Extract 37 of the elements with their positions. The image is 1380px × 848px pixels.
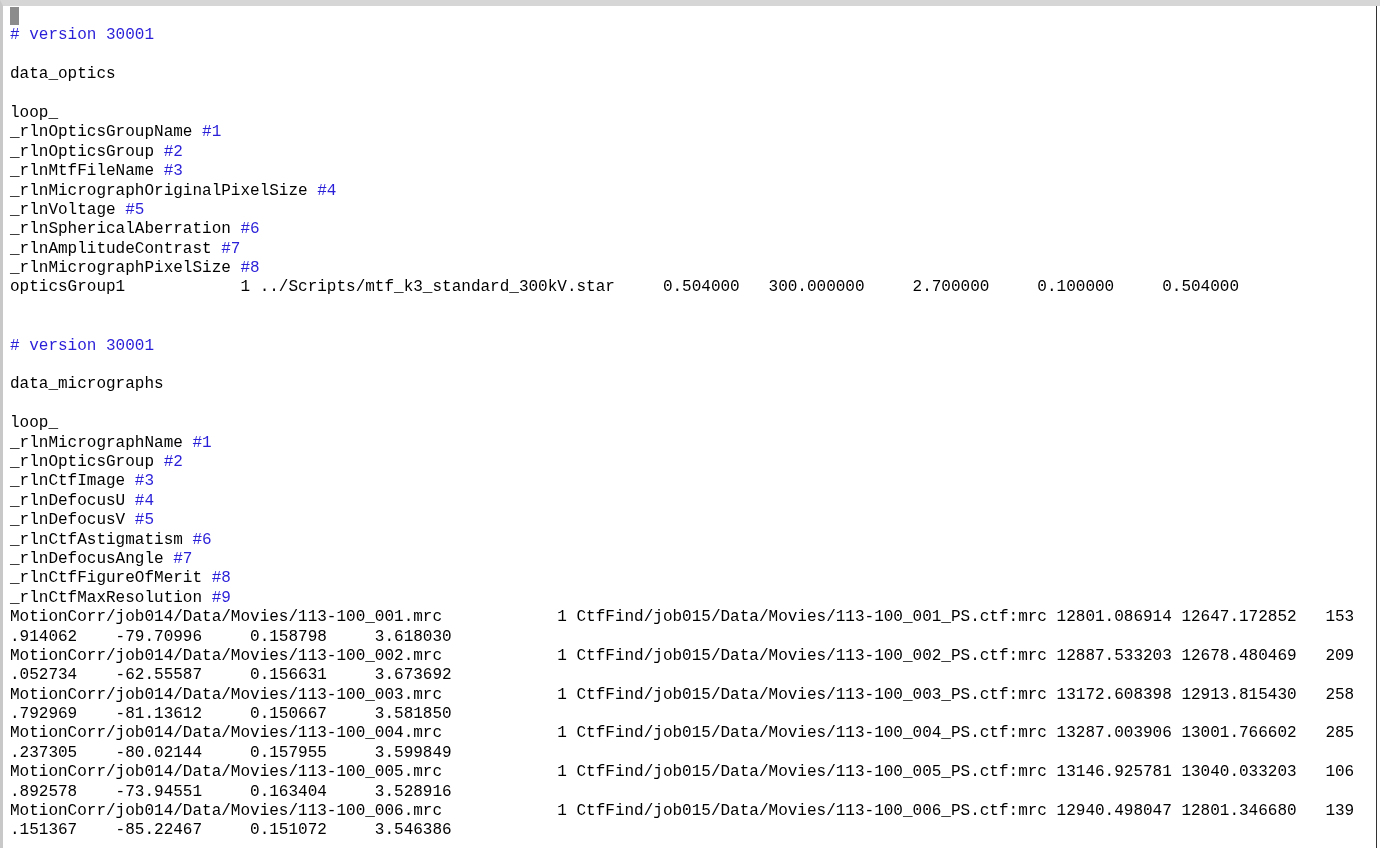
code-line: MotionCorr/job014/Data/Movies/113-100_006.mrc 1 CtfFind/job015/Data/Movies/113-100_006_PS.ctf:mrc 12940.498047 12801.346680 139 — [10, 802, 1355, 820]
code-line: .237305 -80.02144 0.157955 3.599849 — [10, 743, 452, 762]
code-line: MotionCorr/job014/Data/Movies/113-100_001.mrc 1 CtfFind/job015/Data/Movies/113-100_001_PS.ctf:mrc 12801.086914 12647.172852 153 — [10, 608, 1355, 627]
code-line: _rlnCtfFigureOfMerit #8 — [10, 569, 231, 588]
text-cursor — [10, 7, 19, 25]
code-line: _rlnOpticsGroup #2 — [10, 142, 183, 161]
code-line: MotionCorr/job014/Data/Movies/113-100_005.mrc 1 CtfFind/job015/Data/Movies/113-100_005_PS.ctf:mrc 13146.925781 13040.033203 106 — [10, 763, 1355, 782]
code-line: MotionCorr/job014/Data/Movies/113-100_004.mrc 1 CtfFind/job015/Data/Movies/113-100_004_PS.ctf:mrc 13287.003906 13001.766602 285 — [10, 724, 1355, 743]
code-line: _rlnCtfMaxResolution #9 — [10, 588, 231, 607]
code-line: _rlnCtfAstigmatism #6 — [10, 530, 212, 549]
code-line: _rlnMicrographOriginalPixelSize #4 — [10, 181, 337, 200]
code-line: _rlnSphericalAberration #6 — [10, 220, 260, 239]
code-line: _rlnOpticsGroup #2 — [10, 453, 183, 471]
code-line: _rlnMicrographName #1 — [10, 433, 212, 452]
code-line: loop_ — [10, 103, 58, 122]
code-line: MotionCorr/job014/Data/Movies/113-100_002.mrc 1 CtfFind/job015/Data/Movies/113-100_002_PS.ctf:mrc 12887.533203 12678.480469 209 — [10, 646, 1355, 665]
code-line: .792969 -81.13612 0.150667 3.581850 — [10, 705, 452, 724]
code-line: _rlnAmplitudeContrast #7 — [10, 239, 241, 258]
comment-line: # version 30001 — [10, 336, 155, 355]
code-line: _rlnOpticsGroupName #1 — [10, 123, 222, 142]
code-line: _rlnVoltage #5 — [10, 200, 145, 219]
comment-line: # version 30001 — [10, 26, 155, 45]
code-line: _rlnDefocusV #5 — [10, 511, 155, 530]
code-line: .151367 -85.22467 0.151072 3.546386 — [10, 821, 452, 840]
code-line: _rlnDefocusU #4 — [10, 491, 155, 510]
code-line: data_micrographs — [10, 375, 164, 394]
code-line: _rlnMtfFileName #3 — [10, 162, 183, 181]
code-line: _rlnCtfImage #3 — [10, 472, 155, 491]
code-line: .914062 -79.70996 0.158798 3.618030 — [10, 627, 452, 646]
code-line: opticsGroup1 1 ../Scripts/mtf_k3_standard_300kV.star 0.504000 300.000000 2.700000 0.100000 0.504000 — [10, 278, 1239, 297]
code-line: _rlnMicrographPixelSize #8 — [10, 259, 260, 278]
code-line: loop_ — [10, 414, 58, 433]
code-line: data_optics — [10, 65, 116, 84]
code-line: MotionCorr/job014/Data/Movies/113-100_003.mrc 1 CtfFind/job015/Data/Movies/113-100_003_PS.ctf:mrc 13172.608398 12913.815430 258 — [10, 685, 1355, 704]
code-line: .892578 -73.94551 0.163404 3.528916 — [10, 782, 452, 801]
code-line: _rlnDefocusAngle #7 — [10, 549, 193, 568]
code-line: .052734 -62.55587 0.156631 3.673692 — [10, 666, 452, 685]
